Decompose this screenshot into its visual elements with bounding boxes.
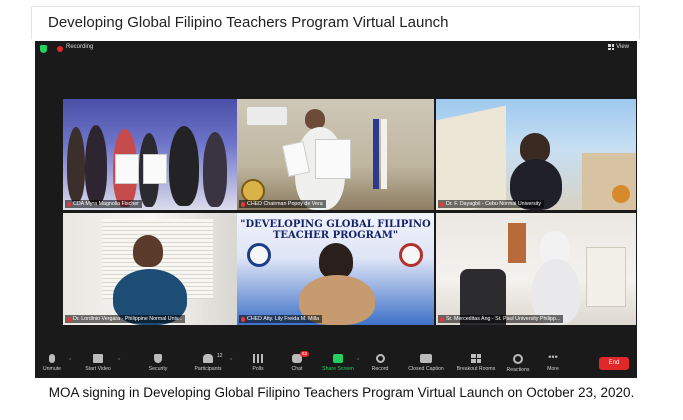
participant-name-tag: Dr. Lordinio Vergara - Philippine Normal… [65,315,186,323]
security-button[interactable]: Security [136,354,180,372]
share-screen-label: Share Screen [322,366,354,372]
view-button[interactable]: View [608,44,629,50]
reactions-label: Reactions [506,367,530,373]
participant-name-tag: CHED Atty. Lily Freida M. Milla [239,315,323,323]
video-tile-4[interactable]: Dr. Lordinio Vergara - Philippine Normal… [63,213,240,325]
video-tile-1[interactable]: CDA Myra Magnolia Fischer [63,99,240,210]
mic-muted-icon [440,316,444,322]
video-options-chevron-icon[interactable]: ⌃ [117,358,121,364]
image-caption: MOA signing in Developing Global Filipin… [48,385,635,400]
chat-unread-badge: 52 [299,351,309,357]
participants-count: 12 [217,353,223,359]
polls-button[interactable]: Polls [236,354,280,372]
record-icon [375,354,385,363]
ched-seal-icon [247,243,271,267]
video-tile-6[interactable]: Sr. Merceditas Ang - St. Paul University… [436,213,636,325]
video-tile-3[interactable]: Dr. F. Dayagbil - Cebu Normal University [436,99,636,210]
title-card: Developing Global Filipino Teachers Prog… [31,6,640,39]
polls-label: Polls [252,366,264,372]
recording-label: Recording [66,44,94,50]
security-label: Security [148,366,168,372]
participant-name-tag: CDA Myra Magnolia Fischer [65,200,142,208]
participant-name: CHED Atty. Lily Freida M. Milla [247,316,320,322]
breakout-rooms-label: Breakout Rooms [456,366,496,372]
chat-button[interactable]: 52 Chat [275,351,319,372]
video-tile-2[interactable]: CHED Chairman Popoy de Vera [237,99,434,210]
participants-button[interactable]: Participants [186,354,230,372]
mic-muted-icon [67,201,71,207]
share-screen-button[interactable]: Share Screen [316,354,360,372]
participant-name: Sr. Merceditas Ang - St. Paul University… [446,316,561,322]
unmute-label: Unmute [42,366,62,372]
participants-label: Participants [194,366,222,372]
chat-label: Chat [291,366,303,372]
participants-icon [203,354,213,363]
meeting-top-bar: Recording View [35,41,637,57]
closed-caption-label: Closed Caption [408,366,444,372]
record-label: Record [371,366,389,372]
video-off-icon [93,354,103,363]
start-video-button[interactable]: Start Video [76,354,120,372]
start-video-label: Start Video [85,366,111,372]
breakout-rooms-button[interactable]: Breakout Rooms [454,354,498,372]
zoom-meeting-window: Recording View CDA Myra Magnolia Fischer [35,41,637,378]
more-dots-icon: ••• [548,352,558,362]
chat-bubble-icon: 52 [292,351,309,363]
view-label: View [616,44,629,50]
mic-muted-icon [49,354,55,363]
mic-muted-icon [241,316,245,322]
gallery-grid-icon [608,44,615,50]
meeting-toolbar: Unmute ⌃ Start Video ⌃ Security Particip… [35,350,637,378]
more-label: More [547,366,559,372]
virtual-background-banner: "DEVELOPING GLOBAL FILIPINO TEACHER PROG… [240,219,431,241]
security-shield-icon[interactable] [40,45,47,53]
polls-bar-icon [253,354,263,363]
participant-name: CHED Chairman Popoy de Vera [247,201,323,207]
recording-icon [57,46,63,52]
participant-name: Dr. Lordinio Vergara - Philippine Normal… [73,316,183,322]
end-meeting-button[interactable]: End [599,357,629,370]
reactions-smiley-icon [513,354,523,364]
share-screen-icon [333,354,343,363]
record-button[interactable]: Record [358,354,402,372]
audio-options-chevron-icon[interactable]: ⌃ [68,358,72,364]
closed-caption-button[interactable]: Closed Caption [404,354,448,372]
participant-name: CDA Myra Magnolia Fischer [73,201,139,207]
mic-muted-icon [67,316,71,322]
shield-icon [154,354,162,363]
government-seal-icon [399,243,423,267]
more-button[interactable]: ••• More [531,352,575,373]
participant-name-tag: Dr. F. Dayagbil - Cebu Normal University [438,200,545,208]
participant-name-tag: Sr. Merceditas Ang - St. Paul University… [438,315,564,323]
breakout-rooms-icon [471,354,481,363]
closed-caption-icon [420,354,432,363]
page-title: Developing Global Filipino Teachers Prog… [48,14,449,31]
mic-muted-icon [241,201,245,207]
participant-name-tag: CHED Chairman Popoy de Vera [239,200,326,208]
participants-chevron-icon[interactable]: ⌃ [229,358,233,364]
video-tile-5[interactable]: "DEVELOPING GLOBAL FILIPINO TEACHER PROG… [237,213,434,325]
participant-name: Dr. F. Dayagbil - Cebu Normal University [446,201,542,207]
mic-muted-icon [440,201,444,207]
